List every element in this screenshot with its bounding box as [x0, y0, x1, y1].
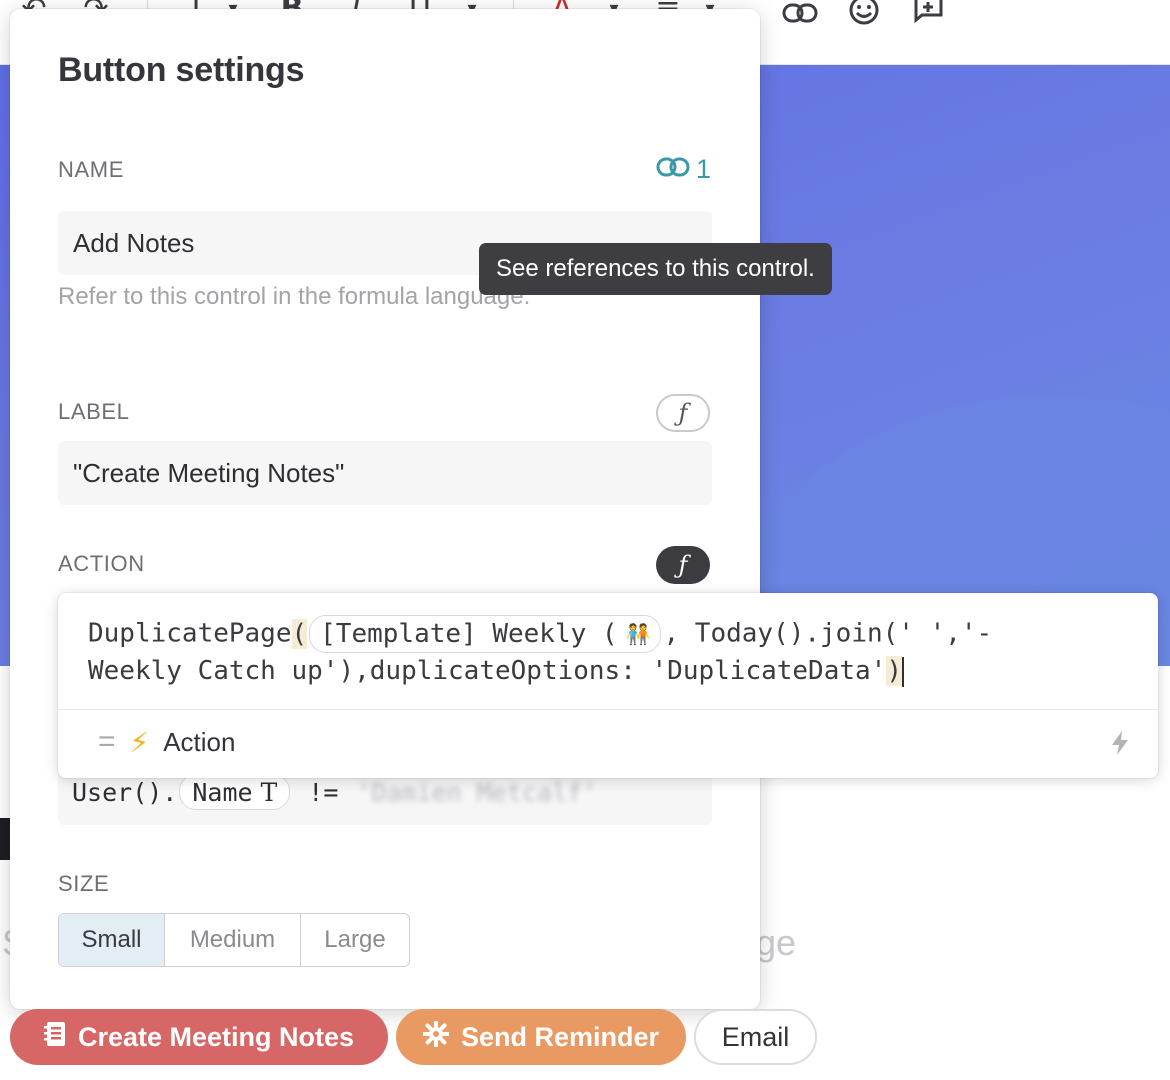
background-text-fragment: ge: [756, 922, 797, 963]
editor-divider: [58, 709, 1158, 710]
label-section-label: LABEL: [58, 399, 130, 424]
equals-icon: =: [98, 725, 116, 758]
link-icon[interactable]: [780, 0, 820, 30]
reference-count: 1: [696, 153, 712, 184]
function-icon: ƒ: [678, 399, 688, 427]
formula-code[interactable]: DuplicatePage( [Template] Weekly ( 🧑‍🤝‍🧑 , …: [88, 615, 1138, 690]
formula-paren-close: ): [886, 656, 902, 686]
formula-text: , Today().join(' ','-: [663, 618, 993, 649]
label-input[interactable]: "Create Meeting Notes": [58, 441, 712, 505]
people-emoji-icon: 🧑‍🤝‍🧑: [625, 621, 651, 646]
notebook-icon: [43, 1021, 66, 1053]
button-label: Email: [721, 1021, 790, 1052]
formula-operator: !=: [308, 777, 339, 807]
size-option-medium[interactable]: Medium: [165, 914, 301, 966]
name-section-label: NAME: [58, 157, 124, 182]
action-section-label: ACTION: [58, 551, 145, 576]
label-formula-toggle[interactable]: ƒ: [656, 394, 710, 432]
action-formula-editor[interactable]: DuplicatePage( [Template] Weekly ( 🧑‍🤝‍🧑 , …: [58, 593, 1158, 778]
column-chip[interactable]: Name T: [179, 774, 291, 810]
add-comment-icon[interactable]: [908, 0, 948, 28]
button-settings-panel: Button settings NAME 1 Add Notes Refer t…: [10, 9, 760, 1009]
panel-title: Button settings: [58, 51, 305, 89]
lightning-icon: ⚡: [129, 725, 150, 759]
size-segmented-control: Small Medium Large: [58, 913, 410, 967]
emoji-icon[interactable]: [844, 0, 884, 28]
name-hint: Refer to this control in the formula lan…: [58, 283, 531, 310]
chip-label: [Template] Weekly (: [320, 618, 618, 649]
background-heading-fragment: [0, 818, 10, 860]
references-tooltip: See references to this control.: [479, 243, 832, 295]
formula-result: = ⚡ Action: [98, 725, 235, 759]
hashtag-icon: [421, 1020, 450, 1053]
send-reminder-button[interactable]: Send Reminder: [396, 1009, 686, 1065]
text-cursor: [901, 656, 904, 687]
size-option-large[interactable]: Large: [301, 914, 409, 966]
formula-text: User().: [72, 777, 178, 807]
size-option-small[interactable]: Small: [59, 914, 165, 966]
action-formula-toggle[interactable]: ƒ: [656, 546, 710, 584]
email-button[interactable]: Email: [694, 1009, 817, 1065]
button-label: Send Reminder: [460, 1021, 660, 1052]
formula-paren-open: (: [291, 618, 308, 649]
result-type-label: Action: [163, 726, 236, 757]
text-type-icon: T: [260, 777, 278, 807]
formula-function: DuplicatePage: [88, 618, 292, 649]
lightning-icon: [1112, 731, 1128, 761]
redacted-value: 'Damien Metcalf': [356, 777, 598, 807]
references-link[interactable]: 1: [656, 154, 711, 184]
chip-label: Name: [192, 777, 253, 807]
button-label: Create Meeting Notes: [77, 1021, 355, 1052]
link-icon: [656, 154, 690, 185]
function-icon: ƒ: [678, 551, 688, 579]
size-section-label: SIZE: [58, 871, 110, 896]
formula-text-line2: Weekly Catch up'),duplicateOptions: 'Dup…: [88, 656, 887, 686]
page-reference-chip[interactable]: [Template] Weekly ( 🧑‍🤝‍🧑: [309, 615, 662, 653]
create-meeting-notes-button[interactable]: Create Meeting Notes: [10, 1009, 388, 1065]
